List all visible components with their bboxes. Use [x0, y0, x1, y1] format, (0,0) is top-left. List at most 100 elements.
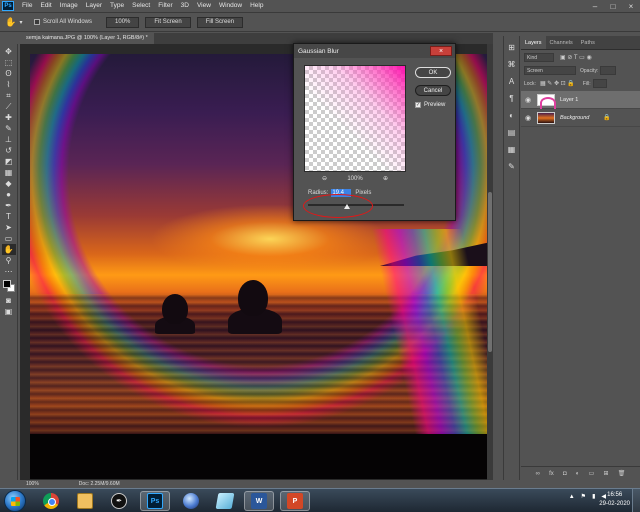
fill-field[interactable] — [592, 79, 607, 88]
screen-mode-icon[interactable]: ▣ — [2, 306, 16, 317]
dodge-tool-icon[interactable]: ● — [2, 189, 16, 200]
type-tool-icon[interactable]: T — [2, 211, 16, 222]
properties-icon[interactable]: ⌘ — [506, 59, 518, 71]
layer-row-layer1[interactable]: ◉ Layer 1 — [521, 91, 640, 109]
close-window-button[interactable]: × — [622, 0, 640, 12]
healing-brush-tool-icon[interactable]: ✚ — [2, 112, 16, 123]
crop-tool-icon[interactable]: ⌗ — [2, 90, 16, 101]
history-icon[interactable]: ⊞ — [506, 42, 518, 54]
lock-icons[interactable]: ▦ ✎ ✥ ⊡ 🔒 — [540, 80, 575, 87]
scrollbar-thumb[interactable] — [488, 192, 492, 352]
eraser-tool-icon[interactable]: ◩ — [2, 156, 16, 167]
layer-style-icon[interactable]: fx — [549, 471, 554, 477]
taskbar-powerpoint[interactable]: P — [280, 491, 310, 511]
tab-layers[interactable]: Layers — [521, 36, 546, 49]
taskbar-photoshop[interactable]: Ps — [140, 491, 170, 511]
document-tab[interactable]: semja kaimana.JPG @ 100% (Layer 1, RGB/8… — [20, 33, 154, 44]
fit-screen-button[interactable]: Fit Screen — [145, 16, 191, 28]
pen-tool-icon[interactable]: ✒ — [2, 200, 16, 211]
globe-app-icon — [183, 493, 199, 509]
menu-window[interactable]: Window — [215, 0, 246, 12]
swatches-icon[interactable]: ▦ — [506, 144, 518, 156]
minimize-button[interactable]: – — [586, 0, 604, 12]
menu-filter[interactable]: Filter — [154, 0, 176, 12]
blend-mode-select[interactable]: Screen — [524, 66, 576, 75]
menu-help[interactable]: Help — [246, 0, 267, 12]
taskbar-chrome[interactable] — [36, 491, 66, 511]
path-selection-tool-icon[interactable]: ➤ — [2, 222, 16, 233]
move-tool-icon[interactable]: ✥ — [2, 46, 16, 57]
brush-settings-icon[interactable]: ✎ — [506, 161, 518, 173]
menu-view[interactable]: View — [193, 0, 215, 12]
eye-icon[interactable]: ◉ — [523, 114, 533, 122]
menu-type[interactable]: Type — [106, 0, 128, 12]
eye-icon[interactable]: ◉ — [523, 96, 533, 104]
link-layers-icon[interactable]: ∞ — [536, 471, 540, 477]
eyedropper-tool-icon[interactable]: ⟋ — [2, 101, 16, 112]
taskbar-word[interactable]: W — [244, 491, 274, 511]
quick-mask-icon[interactable]: ◙ — [2, 295, 16, 306]
menu-layer[interactable]: Layer — [82, 0, 106, 12]
adjustment-layer-icon[interactable]: ◐ — [576, 471, 580, 477]
more-tools-icon[interactable]: ⋯ — [2, 266, 16, 277]
layer-row-background[interactable]: ◉ Background 🔒 — [521, 109, 640, 127]
hand-tool-icon[interactable]: ✋ — [1, 244, 16, 255]
taskbar-notes[interactable] — [210, 491, 240, 511]
start-button[interactable] — [4, 490, 26, 512]
tab-channels[interactable]: Channels — [546, 36, 577, 49]
zoom-out-icon[interactable]: ⊖ — [322, 175, 327, 182]
flag-icon[interactable]: ⚑ — [581, 493, 586, 500]
lasso-tool-icon[interactable]: ʘ — [2, 68, 16, 79]
opacity-field[interactable] — [600, 66, 617, 75]
menu-image[interactable]: Image — [56, 0, 82, 12]
network-icon[interactable]: ▮ — [592, 493, 595, 500]
clock[interactable]: 16:56 29-02-2020 — [599, 491, 630, 509]
zoom-in-icon[interactable]: ⊕ — [383, 175, 388, 182]
filter-icons[interactable]: ▣ ⊘ T ▭ ◉ — [560, 54, 592, 61]
chevron-down-icon[interactable]: ▾ — [18, 15, 24, 29]
show-desktop-button[interactable] — [632, 489, 640, 512]
paragraph-icon[interactable]: ¶ — [506, 93, 518, 105]
new-layer-icon[interactable]: ⊞ — [603, 470, 608, 477]
color-swatches[interactable] — [2, 279, 16, 295]
zoom-tool-icon[interactable]: ⚲ — [2, 255, 16, 266]
quick-select-tool-icon[interactable]: ⌇ — [2, 79, 16, 90]
kind-filter-select[interactable]: Kind — [524, 53, 554, 62]
vertical-scrollbar[interactable] — [487, 44, 493, 480]
history-brush-tool-icon[interactable]: ↺ — [2, 145, 16, 156]
add-mask-icon[interactable]: ◘ — [563, 471, 567, 477]
menu-select[interactable]: Select — [128, 0, 154, 12]
blur-preview[interactable] — [304, 65, 406, 172]
brush-tool-icon[interactable]: ✎ — [2, 123, 16, 134]
ok-button[interactable]: OK — [415, 67, 451, 78]
taskbar-app-ball[interactable] — [176, 491, 206, 511]
adjustments-icon[interactable]: ◐ — [506, 110, 518, 122]
rectangle-tool-icon[interactable]: ▭ — [2, 233, 16, 244]
dialog-close-button[interactable]: × — [430, 46, 452, 56]
gradient-tool-icon[interactable]: ▦ — [2, 167, 16, 178]
menu-3d[interactable]: 3D — [177, 0, 193, 12]
show-hidden-icons[interactable]: ▲ — [569, 494, 575, 500]
styles-icon[interactable]: ▤ — [506, 127, 518, 139]
zoom-100-button[interactable]: 100% — [106, 16, 140, 28]
preview-checkbox[interactable]: ✓ Preview — [415, 102, 445, 108]
trash-icon[interactable]: 🗑 — [618, 470, 626, 477]
maximize-button[interactable]: □ — [604, 0, 622, 12]
clone-stamp-tool-icon[interactable]: ⊥ — [2, 134, 16, 145]
menu-edit[interactable]: Edit — [36, 0, 55, 12]
scroll-all-windows-checkbox[interactable]: Scroll All Windows — [34, 19, 92, 25]
character-icon[interactable]: A — [506, 76, 518, 88]
menu-file[interactable]: File — [18, 0, 36, 12]
taskbar-inkscape[interactable]: ✒ — [104, 491, 134, 511]
foreground-color-swatch[interactable] — [2, 280, 11, 288]
group-icon[interactable]: ▭ — [589, 470, 595, 477]
cancel-button[interactable]: Cancel — [415, 85, 451, 96]
hand-tool-preset-icon[interactable]: ✋ — [4, 15, 18, 29]
fill-screen-button[interactable]: Fill Screen — [196, 16, 244, 28]
blur-tool-icon[interactable]: ◆ — [2, 178, 16, 189]
tab-paths[interactable]: Paths — [577, 36, 599, 49]
photo-black-bottom — [30, 434, 492, 479]
taskbar-explorer[interactable] — [70, 491, 100, 511]
marquee-tool-icon[interactable]: ⬚ — [2, 57, 16, 68]
status-zoom[interactable]: 100% — [26, 481, 39, 487]
